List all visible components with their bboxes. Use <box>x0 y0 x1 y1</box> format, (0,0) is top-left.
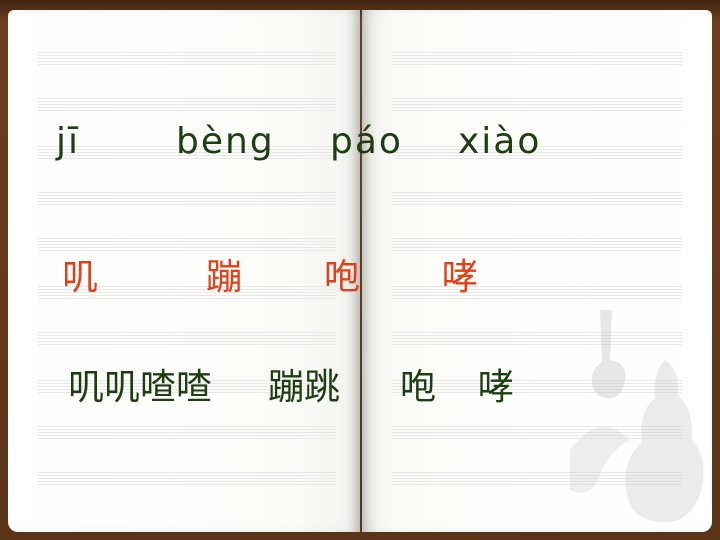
staff-lines <box>38 98 336 112</box>
staff-lines <box>392 52 682 66</box>
pinyin-pao: páo <box>330 121 403 162</box>
staff-lines <box>392 238 682 252</box>
violin-icon <box>570 310 704 523</box>
pinyin-xiao: xiào <box>458 121 542 162</box>
staff-lines <box>38 472 336 486</box>
word-xiao: 哮 <box>478 367 515 408</box>
staff-lines <box>38 426 336 440</box>
left-page <box>8 10 360 532</box>
pinyin-beng: bèng <box>176 121 275 162</box>
word-bengtiao: 蹦跳 <box>268 367 341 408</box>
staff-lines <box>392 286 682 300</box>
staff-lines <box>38 52 336 66</box>
word-jijizhazha: 叽叽喳喳 <box>68 367 213 408</box>
word-pao: 咆 <box>400 367 437 408</box>
staff-lines <box>38 238 336 252</box>
character-beng: 蹦 <box>206 257 243 298</box>
staff-lines <box>392 98 682 112</box>
character-pao: 咆 <box>324 257 361 298</box>
staff-lines <box>392 192 682 206</box>
staff-lines <box>38 332 336 346</box>
character-xiao: 哮 <box>442 257 479 298</box>
staff-lines <box>38 192 336 206</box>
character-ji: 叽 <box>62 257 99 298</box>
pinyin-ji: jī <box>56 121 81 162</box>
